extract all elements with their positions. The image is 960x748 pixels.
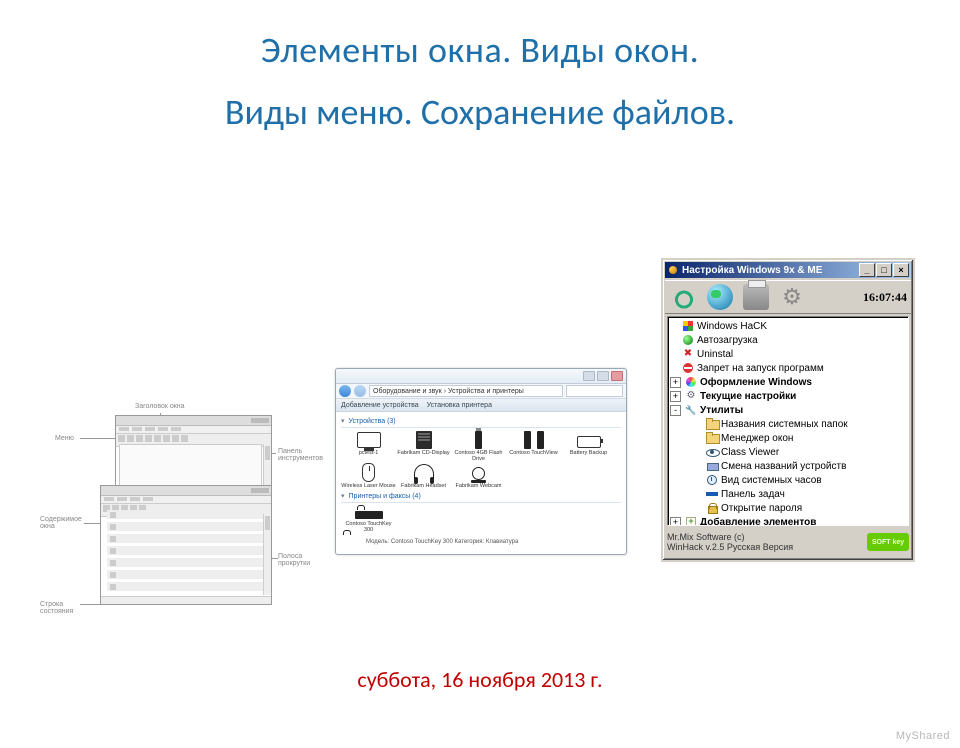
device-item[interactable]: Wireless Laser Mouse <box>341 463 396 490</box>
cmd-add-printer[interactable]: Установка принтера <box>427 402 492 409</box>
task-icon <box>706 488 718 500</box>
toolbar-printer-icon[interactable] <box>741 283 771 311</box>
diagram-label-toolbar: Панель инструментов <box>278 448 318 462</box>
maximize-button[interactable]: □ <box>876 263 892 277</box>
clock-display: 16:07:44 <box>863 290 907 305</box>
tree-node[interactable]: -Утилиты <box>670 403 906 417</box>
nav-forward-button[interactable] <box>354 385 366 397</box>
winhack-app-icon <box>667 264 679 276</box>
devwin-titlebar <box>336 369 626 384</box>
clock-icon <box>706 474 718 486</box>
winhack-statusbar: Mr.Mix Software (c) WinHack v.2.5 Русска… <box>667 528 909 556</box>
slide-date: суббота, 16 ноября 2013 г. <box>0 666 960 693</box>
section-devices-header[interactable]: Устройства (3) <box>341 417 621 425</box>
win-icon <box>682 320 694 332</box>
tree-node[interactable]: Открытие пароля <box>670 501 906 515</box>
diagram-label-content: Содержимое окна <box>40 516 85 530</box>
tree-node[interactable]: Запрет на запуск программ <box>670 361 906 375</box>
breadcrumb-text: Оборудование и звук › Устройства и принт… <box>373 388 524 395</box>
maximize-button[interactable] <box>597 371 609 381</box>
dev-icon <box>706 460 718 472</box>
section-printers-label: Принтеры и факсы (4) <box>349 493 421 500</box>
section-printers-header[interactable]: Принтеры и факсы (4) <box>341 492 621 500</box>
toolbar-gear-icon[interactable]: ⚙ <box>777 283 807 311</box>
device-item[interactable]: Fabrikam Headset <box>396 463 451 490</box>
winhack-window: Настройка Windows 9x & ME _ □ × ⚙ 16:07:… <box>661 258 915 562</box>
fold-icon <box>706 432 718 444</box>
plus-icon <box>685 516 697 526</box>
cmd-add-device[interactable]: Добавление устройства <box>341 402 419 409</box>
tree-node[interactable]: +Текущие настройки <box>670 389 906 403</box>
tree-node[interactable]: Названия системных папок <box>670 417 906 431</box>
tree-node[interactable]: Панель задач <box>670 487 906 501</box>
winhack-titlebar: Настройка Windows 9x & ME _ □ × <box>665 262 911 278</box>
del-icon <box>682 348 694 360</box>
diagram-label-menu: Меню <box>55 435 74 442</box>
search-input[interactable] <box>566 385 623 397</box>
footer-line2: WinHack v.2.5 Русская Версия <box>667 542 793 552</box>
expand-toggle[interactable]: + <box>670 517 681 527</box>
printers-grid: Contoso TouchKey 300 <box>341 505 621 534</box>
close-button[interactable]: × <box>893 263 909 277</box>
device-item[interactable]: Contoso TouchView <box>506 430 561 463</box>
tree-node[interactable]: +Оформление Windows <box>670 375 906 389</box>
devices-and-printers-window: Оборудование и звук › Устройства и принт… <box>335 368 627 555</box>
tree-node[interactable]: Вид системных часов <box>670 473 906 487</box>
gear-icon <box>685 390 697 402</box>
slide-title-line2: Виды меню. Сохранение файлов. <box>0 90 960 135</box>
breadcrumb[interactable]: Оборудование и звук › Устройства и принт… <box>369 385 563 397</box>
slide-title-line1: Элементы окна. Виды окон. <box>0 28 960 72</box>
boot-icon <box>682 334 694 346</box>
no-icon <box>682 362 694 374</box>
winhack-tree[interactable]: Windows HaCKАвтозагрузкаUninstalЗапрет н… <box>667 316 909 526</box>
expand-toggle[interactable]: + <box>670 377 681 388</box>
tree-node[interactable]: Windows HaCK <box>670 319 906 333</box>
devices-grid: pctest-1Fabrikam CD-DisplayContoso 4GB F… <box>341 430 621 463</box>
pal-icon <box>685 376 697 388</box>
winhack-title-text: Настройка Windows 9x & ME <box>682 265 822 276</box>
tool-icon <box>685 404 697 416</box>
soft-badge: SOFT key <box>867 533 909 551</box>
tree-node[interactable]: Смена названий устройств <box>670 459 906 473</box>
minimize-button[interactable]: _ <box>859 263 875 277</box>
minimize-button[interactable] <box>583 371 595 381</box>
tree-node[interactable]: Uninstal <box>670 347 906 361</box>
diagram-sample-window-front <box>100 485 272 605</box>
winhack-toolbar: ⚙ 16:07:44 <box>665 280 911 314</box>
tree-node[interactable]: Автозагрузка <box>670 333 906 347</box>
device-item[interactable]: Battery Backup <box>561 430 616 463</box>
devices-grid-2: Wireless Laser MouseFabrikam HeadsetFabr… <box>341 463 621 490</box>
device-item[interactable]: Fabrikam Webcam <box>451 463 506 490</box>
tree-node[interactable]: Менеджер окон <box>670 431 906 445</box>
lock-icon <box>706 502 718 514</box>
expand-toggle[interactable]: - <box>670 405 681 416</box>
device-item[interactable]: Fabrikam CD-Display <box>396 430 451 463</box>
toolbar-globe-icon[interactable] <box>705 283 735 311</box>
details-pane-text: Модель: Contoso TouchKey 300 Категория: … <box>366 539 518 545</box>
diagram-label-title: Заголовок окна <box>135 403 185 410</box>
tree-node[interactable]: +Добавление элементов <box>670 515 906 526</box>
section-devices-label: Устройства (3) <box>349 418 396 425</box>
footer-line1: Mr.Mix Software (c) <box>667 532 793 542</box>
diagram-label-status: Строка состояния <box>40 601 80 615</box>
device-item[interactable]: pctest-1 <box>341 430 396 463</box>
window-anatomy-diagram: Заголовок окна Меню Панель инструментов … <box>40 403 315 618</box>
diagram-label-scroll: Полоса прокрутки <box>278 553 313 567</box>
watermark: MyShared <box>896 730 950 742</box>
toolbar-recycle-icon[interactable] <box>669 283 699 311</box>
close-button[interactable] <box>611 371 623 381</box>
expand-toggle[interactable]: + <box>670 391 681 402</box>
device-item[interactable]: Contoso 4GB Flash Drive <box>451 430 506 463</box>
nav-back-button[interactable] <box>339 385 351 397</box>
eye-icon <box>706 446 718 458</box>
fold-icon <box>706 418 718 430</box>
tree-node[interactable]: Class Viewer <box>670 445 906 459</box>
